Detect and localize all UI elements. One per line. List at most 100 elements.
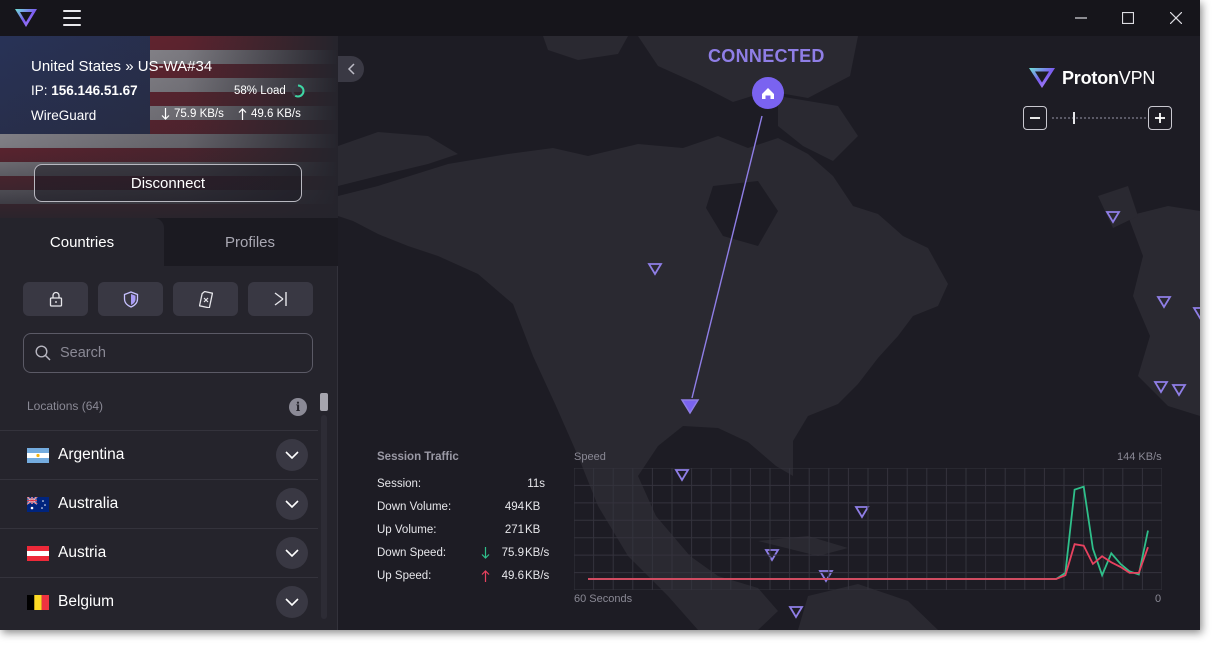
arrow-up-icon xyxy=(238,108,247,120)
tor-filter-button[interactable] xyxy=(248,282,313,316)
chevron-down-icon xyxy=(285,549,299,557)
down-speed-label: Down Speed: xyxy=(377,547,447,559)
protonvpn-brand: ProtonVPN xyxy=(1028,66,1155,90)
connection-status: CONNECTED xyxy=(708,46,825,66)
country-row-argentina[interactable]: Argentina xyxy=(0,430,318,479)
brand-name: ProtonVPN xyxy=(1062,68,1155,89)
disconnect-button[interactable]: Disconnect xyxy=(34,164,302,202)
austria-flag-icon xyxy=(27,545,49,561)
search-box[interactable] xyxy=(23,333,313,373)
zoom-in-button[interactable] xyxy=(1148,106,1172,130)
country-name: Austria xyxy=(58,544,107,561)
plus-icon xyxy=(1155,113,1165,123)
zoom-out-button[interactable] xyxy=(1023,106,1047,130)
expand-belgium-button[interactable] xyxy=(276,586,308,618)
up-speed-unit: KB/s xyxy=(525,570,550,582)
expand-austria-button[interactable] xyxy=(276,537,308,569)
search-icon xyxy=(35,345,51,361)
belgium-flag-icon xyxy=(27,594,49,610)
close-icon xyxy=(1170,12,1182,24)
arrow-down-icon xyxy=(481,547,490,559)
sidebar-tabs: Countries Profiles xyxy=(0,218,338,266)
expand-australia-button[interactable] xyxy=(276,488,308,520)
server-load: 58% Load xyxy=(234,84,305,98)
chart-x-start-label: 60 Seconds xyxy=(574,593,633,605)
ip-value: 156.146.51.67 xyxy=(51,83,138,98)
argentina-flag-icon xyxy=(27,447,49,463)
server-name: United States » US-WA#34 xyxy=(31,58,213,75)
download-speed: 75.9 KB/s xyxy=(161,108,224,120)
chart-y-max-label: 144 KB/s xyxy=(1117,451,1162,463)
country-row-austria[interactable]: Austria xyxy=(0,528,318,577)
scrollbar-thumb[interactable] xyxy=(320,393,328,411)
scrollbar-track[interactable] xyxy=(321,415,327,619)
scrollbar[interactable] xyxy=(319,393,329,619)
minimize-button[interactable] xyxy=(1058,0,1104,36)
country-name: Belgium xyxy=(58,593,114,610)
up-speed-label: Up Speed: xyxy=(377,570,432,582)
title-bar xyxy=(0,0,1200,36)
protocol-label: WireGuard xyxy=(31,108,97,123)
world-map[interactable]: CONNECTED ProtonVPN Session Traffic Sess… xyxy=(338,36,1200,630)
minimize-icon xyxy=(1075,17,1087,19)
maximize-button[interactable] xyxy=(1105,0,1151,36)
download-speed-value: 75.9 KB/s xyxy=(174,108,224,120)
country-name: Australia xyxy=(58,495,119,512)
chevron-down-icon xyxy=(285,500,299,508)
sidebar: United States » US-WA#34 IP: 156.146.51.… xyxy=(0,36,338,630)
protonvpn-logo-icon xyxy=(1029,68,1055,88)
chevron-left-icon xyxy=(347,63,355,75)
session-traffic-panel: Session Traffic Session: 11s Down Volume… xyxy=(377,451,577,611)
p2p-filter-button[interactable] xyxy=(173,282,238,316)
chevron-down-icon xyxy=(285,451,299,459)
app-window: United States » US-WA#34 IP: 156.146.51.… xyxy=(0,0,1200,630)
upload-speed-value: 49.6 KB/s xyxy=(251,108,301,120)
session-row-label: Session: xyxy=(377,478,422,490)
load-ring-icon xyxy=(291,84,305,98)
country-row-belgium[interactable]: Belgium xyxy=(0,577,318,626)
shield-icon xyxy=(123,290,138,308)
expand-argentina-button[interactable] xyxy=(276,439,308,471)
session-row: Session: 11s xyxy=(377,478,577,494)
minus-icon xyxy=(1030,117,1040,119)
down-speed-unit: KB/s xyxy=(525,547,550,559)
split-arrow-icon xyxy=(274,292,287,306)
secure-core-filter-button[interactable] xyxy=(23,282,88,316)
session-row-value: 11s xyxy=(527,478,545,490)
server-marker[interactable] xyxy=(788,606,804,619)
chevron-down-icon xyxy=(285,598,299,606)
down-volume-value: 494 xyxy=(504,501,524,513)
tab-countries[interactable]: Countries xyxy=(0,218,164,266)
country-name: Argentina xyxy=(58,446,125,463)
down-volume-row: Down Volume: 494 KB xyxy=(377,501,577,517)
search-input[interactable] xyxy=(60,345,290,361)
speed-chart xyxy=(574,468,1162,590)
chart-x-end-label: 0 xyxy=(1155,593,1162,605)
info-icon[interactable]: i xyxy=(289,398,307,416)
close-button[interactable] xyxy=(1153,0,1199,36)
sim-card-icon xyxy=(198,290,213,308)
menu-icon[interactable] xyxy=(63,10,81,26)
proton-logo-icon xyxy=(15,9,37,27)
maximize-icon xyxy=(1122,12,1134,24)
load-text: 58% Load xyxy=(234,85,286,97)
collapse-sidebar-button[interactable] xyxy=(338,56,364,82)
locations-count-label: Locations (64) xyxy=(27,399,104,413)
down-volume-unit: KB xyxy=(525,501,541,513)
session-traffic-title: Session Traffic xyxy=(377,451,459,463)
arrow-down-icon xyxy=(161,108,170,120)
up-speed-value: 49.6 xyxy=(501,570,524,582)
up-volume-row: Up Volume: 271 KB xyxy=(377,524,577,540)
brand-name-light: VPN xyxy=(1118,67,1156,88)
zoom-slider-track[interactable] xyxy=(1052,117,1146,119)
down-speed-value: 75.9 xyxy=(501,547,524,559)
down-speed-row: Down Speed: 75.9 KB/s xyxy=(377,547,577,563)
country-row-australia[interactable]: Australia xyxy=(0,479,318,528)
tab-profiles[interactable]: Profiles xyxy=(168,218,332,266)
up-volume-value: 271 xyxy=(504,524,524,536)
brand-name-bold: Proton xyxy=(1062,67,1119,88)
chart-title: Speed xyxy=(574,451,606,463)
zoom-slider-handle[interactable] xyxy=(1073,112,1075,124)
australia-flag-icon xyxy=(27,496,49,512)
netshield-filter-button[interactable] xyxy=(98,282,163,316)
